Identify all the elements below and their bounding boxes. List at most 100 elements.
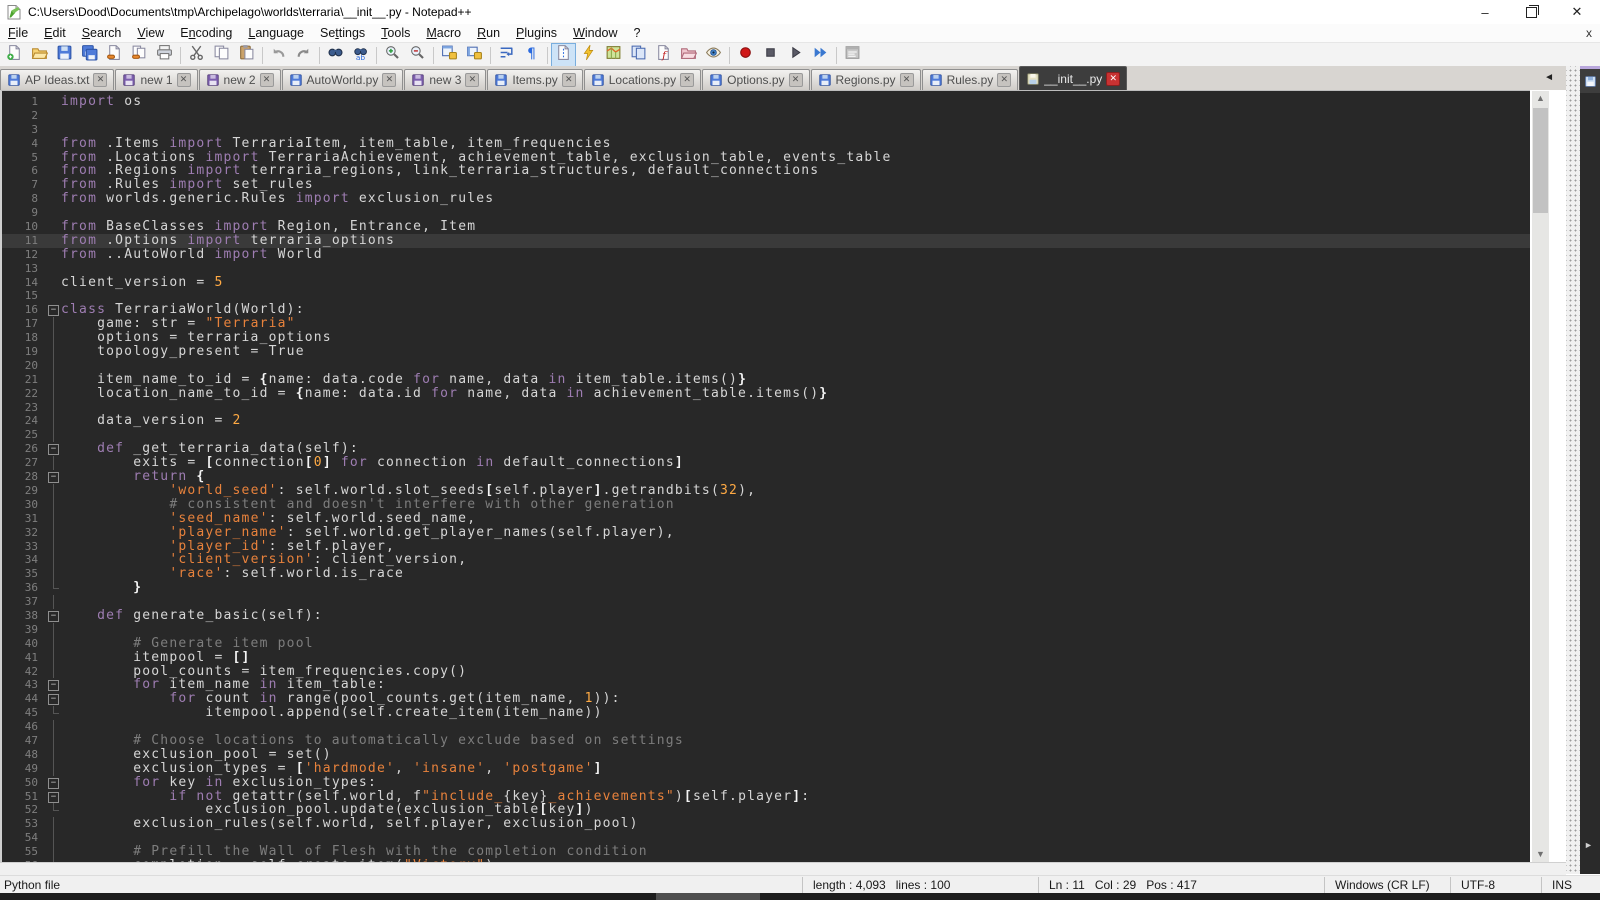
status-encoding[interactable]: UTF-8	[1450, 877, 1541, 893]
tab-locations-py[interactable]: Locations.py✕	[584, 69, 701, 90]
secondary-view-tab[interactable]	[1580, 66, 1600, 93]
code-line[interactable]: 44− for count in range(pool_counts.get(i…	[2, 692, 1530, 706]
fold-collapse-icon[interactable]: −	[46, 692, 61, 706]
paste-button[interactable]	[234, 43, 259, 67]
menu-macro[interactable]: Macro	[418, 24, 469, 42]
macro-run-multiple-button[interactable]	[808, 43, 833, 67]
tab-close-icon[interactable]: ✕	[93, 73, 107, 87]
code-line[interactable]: 27 exits = [connection[0] for connection…	[2, 456, 1530, 470]
undo-button[interactable]	[266, 43, 291, 67]
tab--init-py[interactable]: __init__.py✕	[1019, 66, 1127, 90]
print-button[interactable]	[152, 43, 177, 67]
code-line[interactable]: 29 'world_seed': self.world.slot_seeds[s…	[2, 484, 1530, 498]
scrollbar-thumb[interactable]	[1533, 108, 1548, 213]
code-line[interactable]: 15	[2, 289, 1530, 303]
code-line[interactable]: 39	[2, 623, 1530, 637]
code-line[interactable]: 24 data_version = 2	[2, 414, 1530, 428]
code-line[interactable]: 17 game: str = "Terraria"	[2, 317, 1530, 331]
code-line-current[interactable]: 11from .Options import terraria_options	[2, 234, 1530, 248]
code-line[interactable]: 37	[2, 595, 1530, 609]
monitoring-button[interactable]	[701, 43, 726, 67]
tab-regions-py[interactable]: Regions.py✕	[811, 69, 921, 90]
code-line[interactable]: 4from .Items import TerrariaItem, item_t…	[2, 137, 1530, 151]
macro-stop-button[interactable]	[758, 43, 783, 67]
function-list-zap-button[interactable]	[576, 43, 601, 67]
restore-button[interactable]	[1508, 0, 1554, 24]
plugin-misc-button[interactable]	[840, 43, 865, 67]
code-line[interactable]: 13	[2, 262, 1530, 276]
code-line[interactable]: 55 # Prefill the Wall of Flesh with the …	[2, 845, 1530, 859]
fold-collapse-icon[interactable]: −	[46, 470, 61, 484]
tab-rules-py[interactable]: Rules.py✕	[922, 69, 1019, 90]
code-line[interactable]: 8from worlds.generic.Rules import exclus…	[2, 192, 1530, 206]
tab-close-icon[interactable]: ✕	[465, 73, 479, 87]
tab-close-icon[interactable]: ✕	[260, 73, 274, 87]
view-splitter-handle[interactable]	[1566, 66, 1580, 874]
tab-scroll-left-button[interactable]: ◄	[1544, 72, 1554, 83]
code-line[interactable]: 35 'race': self.world.is_race	[2, 567, 1530, 581]
tab-close-icon[interactable]: ✕	[789, 73, 803, 87]
fold-collapse-icon[interactable]: −	[46, 303, 61, 317]
code-line[interactable]: 21 item_name_to_id = {name: data.code fo…	[2, 373, 1530, 387]
close-all-button[interactable]	[127, 43, 152, 67]
tab-new-1[interactable]: new 1✕	[115, 69, 197, 90]
code-line[interactable]: 2	[2, 109, 1530, 123]
open-file-button[interactable]	[27, 43, 52, 67]
horizontal-scrollbar[interactable]	[0, 862, 1566, 876]
code-line[interactable]: 6from .Regions import terraria_regions, …	[2, 164, 1530, 178]
menu-edit[interactable]: Edit	[36, 24, 74, 42]
zoom-in-button[interactable]	[380, 43, 405, 67]
menu-language[interactable]: Language	[240, 24, 312, 42]
code-line[interactable]: 36 }	[2, 581, 1530, 595]
menu-file[interactable]: File	[0, 24, 36, 42]
code-line[interactable]: 43− for item_name in item_table:	[2, 678, 1530, 692]
code-line[interactable]: 49 exclusion_types = ['hardmode', 'insan…	[2, 762, 1530, 776]
minimize-button[interactable]: –	[1462, 0, 1508, 24]
menu-view[interactable]: View	[129, 24, 172, 42]
save-all-button[interactable]	[77, 43, 102, 67]
menu-search[interactable]: Search	[74, 24, 130, 42]
code-line[interactable]: 23	[2, 401, 1530, 415]
status-insert-mode[interactable]: INS	[1541, 877, 1600, 893]
code-line[interactable]: 41 itempool = []	[2, 651, 1530, 665]
folder-as-workspace-button[interactable]	[676, 43, 701, 67]
code-line[interactable]: 52 exclusion_pool.update(exclusion_table…	[2, 803, 1530, 817]
close-file-button[interactable]	[102, 43, 127, 67]
fold-collapse-icon[interactable]: −	[46, 678, 61, 692]
code-line[interactable]: 16−class TerrariaWorld(World):	[2, 303, 1530, 317]
tab-new-2[interactable]: new 2✕	[199, 69, 281, 90]
code-line[interactable]: 10from BaseClasses import Region, Entran…	[2, 220, 1530, 234]
function-list-button[interactable]: f	[651, 43, 676, 67]
cut-button[interactable]	[184, 43, 209, 67]
tab-ap-ideas-txt[interactable]: AP Ideas.txt✕	[0, 69, 114, 90]
document-map-button[interactable]	[601, 43, 626, 67]
scroll-down-arrow-icon[interactable]: ▼	[1532, 847, 1549, 862]
tab-close-icon[interactable]: ✕	[177, 73, 191, 87]
code-line[interactable]: 5from .Locations import TerrariaAchievem…	[2, 151, 1530, 165]
code-line[interactable]: 20	[2, 359, 1530, 373]
code-line[interactable]: 45 itempool.append(self.create_item(item…	[2, 706, 1530, 720]
secondary-scroll-right-icon[interactable]: ►	[1584, 840, 1593, 850]
show-all-characters-button[interactable]: ¶	[519, 43, 544, 67]
code-line[interactable]: 19 topology_present = True	[2, 345, 1530, 359]
fold-collapse-icon[interactable]: −	[46, 442, 61, 456]
code-line[interactable]: 26− def _get_terraria_data(self):	[2, 442, 1530, 456]
code-line[interactable]: 33 'player_id': self.player,	[2, 540, 1530, 554]
code-line[interactable]: 53 exclusion_rules(self.world, self.play…	[2, 817, 1530, 831]
fold-collapse-icon[interactable]: −	[46, 790, 61, 804]
menu-run[interactable]: Run	[469, 24, 508, 42]
show-indent-guide-button[interactable]	[551, 43, 576, 67]
tab-new-3[interactable]: new 3✕	[404, 69, 486, 90]
code-line[interactable]: 1import os	[2, 95, 1530, 109]
sync-scroll-vertical-button[interactable]	[437, 43, 462, 67]
code-line[interactable]: 50− for key in exclusion_types:	[2, 776, 1530, 790]
code-line[interactable]: 38− def generate_basic(self):	[2, 609, 1530, 623]
menu-settings[interactable]: Settings	[312, 24, 373, 42]
code-line[interactable]: 30 # consistent and doesn't interfere wi…	[2, 498, 1530, 512]
code-line[interactable]: 14client_version = 5	[2, 276, 1530, 290]
fold-collapse-icon[interactable]: −	[46, 609, 61, 623]
code-line[interactable]: 25	[2, 428, 1530, 442]
copy-button[interactable]	[209, 43, 234, 67]
menu-encoding[interactable]: Encoding	[172, 24, 240, 42]
code-line[interactable]: 46	[2, 720, 1530, 734]
